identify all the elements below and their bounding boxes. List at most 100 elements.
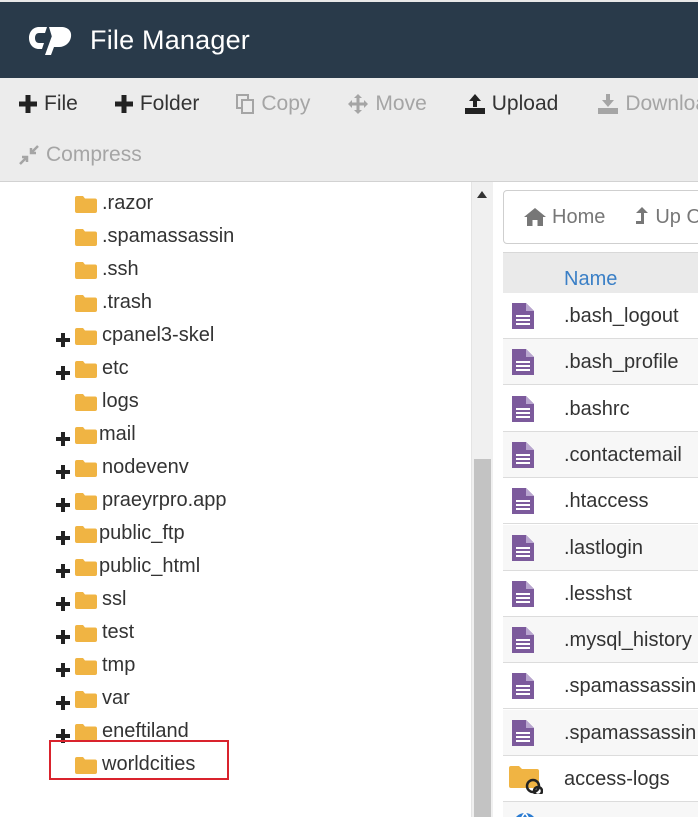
tree-item[interactable]: mail (0, 419, 471, 452)
toolbar-row-1: File Folder Copy Move Upload Download (0, 78, 698, 130)
folder-icon (75, 558, 97, 576)
tree-item-label: etc (102, 357, 129, 379)
expand-plus-icon[interactable] (56, 594, 70, 611)
tree-item-label: logs (102, 390, 139, 412)
tree-item[interactable]: public_ftp (0, 518, 471, 551)
file-row[interactable]: .bashrc (503, 385, 698, 432)
highlight-box (49, 740, 229, 780)
expand-plus-icon[interactable] (56, 693, 70, 710)
download-icon (598, 94, 619, 114)
expand-plus-icon[interactable] (56, 561, 70, 578)
tree-item[interactable]: nodevenv (0, 452, 471, 485)
folder-icon (75, 327, 97, 345)
expand-plus-icon[interactable] (56, 726, 70, 743)
file-name: .lesshst (564, 582, 632, 605)
tree-item[interactable]: etc (0, 353, 471, 386)
folder-icon (75, 690, 97, 708)
tree-item[interactable]: cpanel3-skel (0, 320, 471, 353)
home-button[interactable]: Home (504, 206, 605, 229)
folder-icon (75, 624, 97, 642)
tree-item[interactable]: .trash (0, 287, 471, 320)
file-row[interactable]: .mysql_history (503, 617, 698, 664)
folder-link-icon (509, 764, 544, 797)
file-name: access-logs (564, 768, 670, 790)
file-row[interactable]: .lesshst (503, 570, 698, 617)
tree-item[interactable]: .spamassassin (0, 221, 471, 254)
compress-label: Compress (46, 143, 142, 166)
file-name: .bash_logout (564, 305, 679, 327)
new-folder-label: Folder (139, 92, 200, 115)
tree-item[interactable]: ssl (0, 584, 471, 617)
cpanel-logo (29, 27, 72, 55)
scroll-thumb[interactable] (474, 459, 491, 817)
new-folder-button[interactable]: Folder (78, 92, 200, 116)
expand-plus-icon[interactable] (56, 363, 70, 380)
tree-scrollbar[interactable] (471, 182, 493, 817)
folder-icon (75, 195, 97, 213)
copy-label: Copy (261, 92, 311, 115)
tree-item-label: cpanel3-skel (102, 324, 215, 346)
tree-item[interactable]: test (0, 617, 471, 650)
file-name: .htaccess (564, 490, 649, 513)
folder-icon (75, 360, 97, 378)
tree-item[interactable]: praeyrpro.app (0, 485, 471, 518)
tree-item-label: praeyrpro.app (102, 489, 227, 511)
file-row[interactable]: www (503, 802, 698, 817)
file-name: .mysql_history (564, 629, 692, 652)
upload-label: Upload (491, 92, 559, 115)
expand-plus-icon[interactable] (56, 495, 70, 512)
expand-plus-icon[interactable] (56, 429, 70, 446)
text-file-icon (512, 441, 534, 468)
file-row[interactable]: access-logs (503, 756, 698, 802)
file-row[interactable]: .bash_profile (503, 339, 698, 386)
app-title: File Manager (90, 24, 250, 55)
tree-item[interactable]: public_html (0, 551, 471, 584)
expand-plus-icon[interactable] (56, 660, 70, 677)
directory-tree: .razor .spamassassin .ssh .trash cpanel3-ske… (0, 182, 471, 817)
tree-item-label: ssl (102, 588, 127, 610)
download-button[interactable]: Download (558, 92, 698, 116)
folder-icon (75, 591, 97, 609)
copy-button[interactable]: Copy (199, 92, 310, 116)
tree-item-label: var (102, 687, 130, 709)
folder-icon (75, 525, 97, 543)
upload-button[interactable]: Upload (427, 92, 559, 116)
scroll-up-arrow-icon[interactable] (477, 191, 487, 198)
file-name: .contactemail (564, 443, 682, 466)
file-row[interactable]: .lastlogin (503, 524, 698, 571)
folder-icon (75, 294, 97, 312)
file-row[interactable]: .bash_logout (503, 293, 698, 339)
file-row[interactable]: .spamassassin (503, 663, 698, 710)
tree-item[interactable]: logs (0, 386, 471, 419)
folder-icon (75, 261, 97, 279)
tree-item-label: .ssh (102, 258, 139, 280)
upload-icon (464, 94, 485, 114)
toolbar: File Folder Copy Move Upload Download Co… (0, 78, 698, 182)
tree-item[interactable]: var (0, 683, 471, 716)
toolbar-row-2: Compress (0, 129, 698, 181)
text-file-icon (512, 395, 534, 422)
move-icon (348, 94, 369, 114)
move-label: Move (375, 92, 427, 115)
copy-icon (236, 94, 255, 114)
tree-item[interactable]: .razor (0, 188, 471, 221)
up-one-level-button[interactable]: Up One Level (605, 206, 698, 229)
folder-icon (75, 393, 97, 411)
folder-icon (75, 657, 97, 675)
file-row[interactable]: .htaccess (503, 478, 698, 525)
compress-button[interactable]: Compress (0, 143, 142, 167)
expand-plus-icon[interactable] (56, 462, 70, 479)
folder-icon (75, 459, 97, 477)
expand-plus-icon[interactable] (56, 627, 70, 644)
expand-plus-icon[interactable] (56, 528, 70, 545)
tree-item[interactable]: tmp (0, 650, 471, 683)
file-row[interactable]: .contactemail (503, 431, 698, 478)
expand-plus-icon[interactable] (56, 330, 70, 347)
tree-item[interactable]: .ssh (0, 254, 471, 287)
new-file-button[interactable]: File (0, 92, 78, 116)
move-button[interactable]: Move (310, 92, 427, 116)
file-name: .spamassassin (564, 721, 697, 744)
text-file-icon (512, 488, 534, 515)
file-row[interactable]: .spamassassin (503, 709, 698, 756)
folder-icon (75, 426, 97, 444)
